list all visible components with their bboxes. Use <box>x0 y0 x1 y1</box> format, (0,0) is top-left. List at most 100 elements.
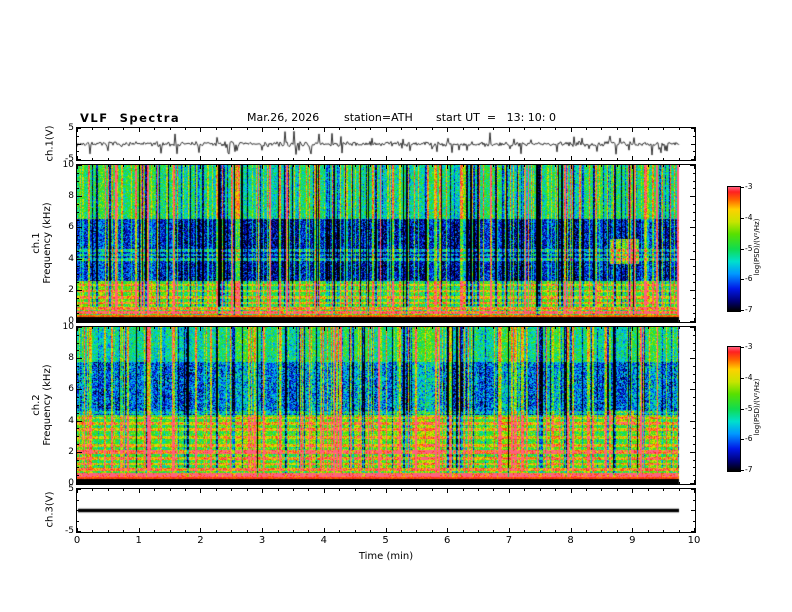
axis-tick <box>555 530 556 532</box>
axis-tick <box>154 165 155 167</box>
axis-tick <box>139 156 140 160</box>
x-tick-label: 5 <box>382 535 389 546</box>
axis-tick <box>108 320 109 322</box>
colorbar-tick-label: -3 <box>745 182 753 191</box>
x-tick-label: 1 <box>135 535 142 546</box>
axis-tick <box>370 128 371 130</box>
axis-tick <box>108 489 109 491</box>
axis-tick <box>154 489 155 491</box>
x-tick-label: 9 <box>629 535 636 546</box>
axis-tick <box>185 320 186 322</box>
axis-tick <box>617 327 618 329</box>
axis-tick <box>77 327 82 328</box>
axis-tick <box>308 327 309 329</box>
axis-tick <box>92 128 93 130</box>
axis-tick <box>262 165 263 169</box>
axis-tick <box>77 298 79 299</box>
axis-tick <box>478 128 479 130</box>
axis-tick <box>370 158 371 160</box>
axis-tick <box>154 327 155 329</box>
axis-tick <box>123 320 124 322</box>
axis-tick <box>632 156 633 160</box>
axis-tick <box>355 327 356 329</box>
axis-tick <box>370 320 371 322</box>
ch2-spectrogram-image <box>77 327 695 484</box>
axis-tick <box>139 318 140 322</box>
axis-tick <box>571 480 572 484</box>
axis-tick <box>278 320 279 322</box>
axis-tick <box>416 158 417 160</box>
axis-tick <box>509 480 510 484</box>
axis-tick <box>555 320 556 322</box>
y-tick-label: 8 <box>68 191 74 201</box>
time-axis-label: Time (min) <box>358 551 414 562</box>
axis-tick <box>247 489 248 491</box>
axis-tick <box>693 413 695 414</box>
axis-tick <box>170 320 171 322</box>
axis-tick <box>693 467 695 468</box>
axis-tick <box>278 158 279 160</box>
axis-tick <box>601 327 602 329</box>
axis-tick <box>478 320 479 322</box>
axis-tick <box>262 327 263 331</box>
axis-tick <box>324 480 325 484</box>
axis-tick <box>691 144 695 145</box>
axis-tick <box>693 204 695 205</box>
axis-tick <box>693 298 695 299</box>
axis-tick <box>386 156 387 160</box>
colorbar-tick-label: -5 <box>745 404 753 413</box>
axis-tick <box>262 528 263 532</box>
axis-tick <box>77 128 81 129</box>
colorbar-tick-label: -4 <box>745 373 753 382</box>
axis-tick <box>170 327 171 329</box>
axis-tick <box>77 428 79 429</box>
axis-tick <box>693 173 695 174</box>
axis-tick <box>648 158 649 160</box>
axis-tick <box>648 482 649 484</box>
y-tick-label: 6 <box>68 384 74 394</box>
axis-tick <box>123 128 124 130</box>
colorbar-tick-label: -3 <box>745 342 753 351</box>
axis-tick <box>693 282 695 283</box>
axis-tick <box>571 327 572 331</box>
axis-tick <box>663 165 664 167</box>
axis-tick <box>77 220 79 221</box>
axis-tick <box>509 489 510 493</box>
ch1-axis-label-line2: Frequency (kHz) <box>42 202 53 284</box>
axis-tick <box>77 274 79 275</box>
axis-tick <box>432 158 433 160</box>
axis-tick <box>108 530 109 532</box>
axis-tick <box>108 128 109 130</box>
axis-tick <box>324 318 325 322</box>
axis-tick <box>278 489 279 491</box>
axis-tick <box>617 489 618 491</box>
axis-tick <box>123 530 124 532</box>
axis-tick <box>293 165 294 167</box>
ch3-waveform-trace <box>77 489 695 532</box>
axis-tick <box>108 165 109 167</box>
axis-tick <box>154 530 155 532</box>
axis-tick <box>386 165 387 169</box>
axis-tick <box>691 128 695 129</box>
axis-tick <box>77 521 79 522</box>
axis-tick <box>571 489 572 493</box>
axis-tick <box>493 165 494 167</box>
axis-tick <box>278 327 279 329</box>
axis-tick <box>693 251 695 252</box>
axis-tick <box>324 128 325 132</box>
axis-tick <box>77 282 79 283</box>
axis-tick <box>247 327 248 329</box>
axis-tick <box>77 475 79 476</box>
ch1-frequency-axis-label: ch.1 Frequency (kHz) <box>31 168 53 318</box>
axis-tick <box>247 530 248 532</box>
axis-tick <box>693 181 695 182</box>
axis-tick <box>154 158 155 160</box>
axis-tick <box>324 165 325 169</box>
colorbar-tick <box>741 347 744 348</box>
y-tick-label: 5 <box>68 484 74 494</box>
axis-tick <box>693 335 695 336</box>
axis-tick <box>77 173 79 174</box>
axis-tick <box>493 327 494 329</box>
axis-tick <box>617 128 618 130</box>
x-tick-label: 3 <box>258 535 266 546</box>
